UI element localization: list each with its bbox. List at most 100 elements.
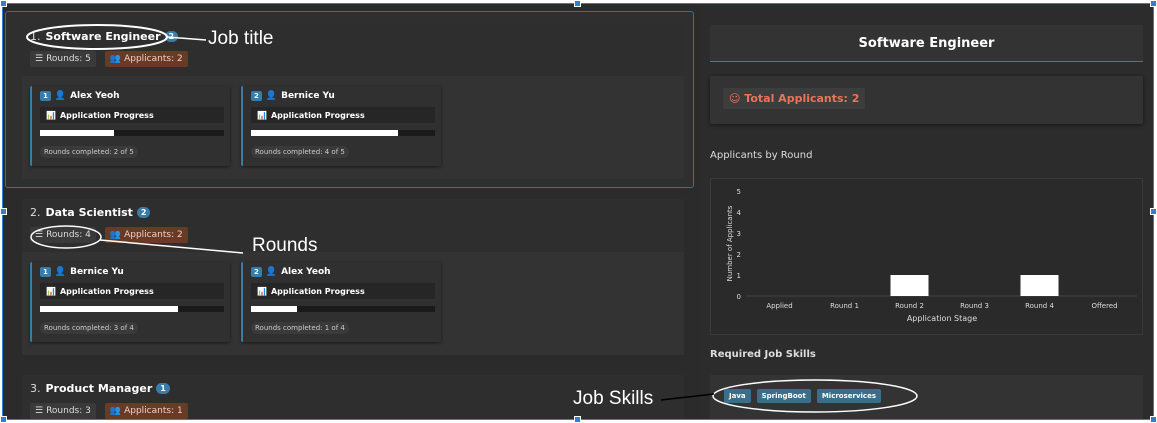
y-tick-label: 2 bbox=[737, 251, 741, 259]
users-icon: 👥 bbox=[109, 54, 122, 64]
resize-handle[interactable] bbox=[1150, 416, 1157, 423]
progress-fill bbox=[40, 306, 178, 312]
progress-header: 📊 Application Progress bbox=[251, 107, 435, 123]
job-header: 1. Software Engineer 2 ☰ Rounds: 5 👥 Applica… bbox=[22, 23, 684, 76]
detail-title: Software Engineer bbox=[710, 25, 1143, 62]
job-card[interactable]: 1. Software Engineer 2 ☰ Rounds: 5 👥 Applica… bbox=[22, 23, 684, 179]
chart-icon: 📊 bbox=[257, 110, 267, 120]
skill-tag: Java bbox=[724, 389, 751, 403]
resize-handle[interactable] bbox=[1150, 0, 1157, 7]
y-axis-label: Number of Applicants bbox=[726, 205, 734, 281]
progress-fill bbox=[40, 130, 114, 136]
rounds-completed: Rounds completed: 4 of 5 bbox=[251, 146, 349, 158]
progress-fill bbox=[251, 306, 297, 312]
applicants-text: Applicants: 1 bbox=[124, 406, 183, 416]
progress-bar bbox=[251, 130, 435, 136]
rounds-text: Rounds: 5 bbox=[46, 54, 91, 64]
x-tick-label: Offered bbox=[1091, 302, 1117, 310]
candidate-name: Alex Yeoh bbox=[281, 267, 331, 277]
resize-handle[interactable] bbox=[1150, 208, 1157, 215]
job-list-panel: 1. Software Engineer 2 ☰ Rounds: 5 👥 Applica… bbox=[3, 4, 698, 419]
job-header: 2. Data Scientist 2 ☰ Rounds: 4 👥 Applicants… bbox=[22, 199, 684, 252]
progress-label: Application Progress bbox=[59, 110, 154, 120]
resize-handle[interactable] bbox=[0, 0, 7, 7]
rounds-completed: Rounds completed: 3 of 4 bbox=[40, 322, 138, 334]
applicants-text: Applicants: 2 bbox=[124, 230, 183, 240]
rounds-icon: ☰ bbox=[35, 54, 44, 64]
chart-icon: 📊 bbox=[46, 110, 56, 120]
resize-handle[interactable] bbox=[574, 0, 581, 7]
users-icon: 👥 bbox=[109, 406, 122, 416]
rounds-icon: ☰ bbox=[35, 406, 44, 416]
annotation-job-title: Job title bbox=[208, 28, 274, 49]
x-tick-label: Round 2 bbox=[895, 302, 924, 310]
user-icon: 👤 bbox=[265, 267, 278, 277]
progress-header: 📊 Application Progress bbox=[40, 107, 224, 123]
rounds-completed: Rounds completed: 1 of 4 bbox=[251, 322, 349, 334]
candidate-card[interactable]: 1 👤 Alex Yeoh 📊 Application Progress Rounds… bbox=[30, 86, 230, 166]
chart-icon: 📊 bbox=[257, 286, 267, 296]
job-detail-panel: Software Engineer ☺ Total Applicants: 2 … bbox=[701, 4, 1153, 419]
applicants-tag: 👥 Applicants: 2 bbox=[104, 51, 188, 67]
candidate-card[interactable]: 2 👤 Alex Yeoh 📊 Application Progress Rounds… bbox=[241, 262, 441, 342]
resize-handle[interactable] bbox=[0, 416, 7, 423]
rounds-tag: ☰ Rounds: 3 bbox=[30, 403, 96, 419]
job-title-text: Data Scientist bbox=[45, 206, 133, 219]
progress-bar bbox=[40, 306, 224, 312]
chart-bar bbox=[1020, 275, 1059, 296]
applicant-count-badge: 1 bbox=[156, 383, 170, 394]
annotation-rounds: Rounds bbox=[252, 235, 318, 256]
progress-label: Application Progress bbox=[270, 286, 365, 296]
job-index: 1. bbox=[30, 30, 41, 43]
annotation-job-skills: Job Skills bbox=[573, 388, 654, 409]
bar-chart-svg: 0 1 2 3 4 5 Applied Round 1 Round 2 Round 3 Round … bbox=[726, 188, 1137, 323]
chart-heading: Applicants by Round bbox=[710, 150, 813, 161]
x-tick-label: Round 4 bbox=[1025, 302, 1054, 310]
rounds-completed: Rounds completed: 2 of 5 bbox=[40, 146, 138, 158]
applicant-count-badge: 2 bbox=[136, 207, 151, 218]
total-applicants: ☺ Total Applicants: 2 bbox=[723, 88, 866, 109]
applicant-count-badge: 2 bbox=[164, 31, 179, 42]
progress-fill bbox=[251, 130, 399, 136]
candidate-number: 1 bbox=[40, 91, 51, 101]
resize-handle[interactable] bbox=[574, 416, 581, 423]
chart-bar bbox=[890, 275, 929, 296]
user-icon: 👤 bbox=[265, 91, 278, 101]
applicants-tag: 👥 Applicants: 1 bbox=[104, 403, 188, 419]
total-applicants-card: ☺ Total Applicants: 2 bbox=[710, 76, 1143, 124]
candidate-card[interactable]: 1 👤 Bernice Yu 📊 Application Progress Round… bbox=[30, 262, 230, 342]
job-title: 1. Software Engineer 2 bbox=[30, 30, 179, 43]
user-icon: 👤 bbox=[54, 267, 67, 277]
rounds-icon: ☰ bbox=[35, 230, 44, 240]
applicants-chart: 0 1 2 3 4 5 Applied Round 1 Round 2 Round 3 Round … bbox=[710, 178, 1143, 335]
x-tick-label: Round 1 bbox=[830, 302, 859, 310]
users-icon: 👥 bbox=[109, 230, 122, 240]
candidate-name: Alex Yeoh bbox=[70, 91, 120, 101]
progress-label: Application Progress bbox=[59, 286, 154, 296]
job-index: 2. bbox=[30, 206, 41, 219]
job-card[interactable]: 2. Data Scientist 2 ☰ Rounds: 4 👥 Applicants… bbox=[22, 199, 684, 355]
candidate-name: Bernice Yu bbox=[281, 91, 335, 101]
job-index: 3. bbox=[30, 382, 41, 395]
skill-tag: Microservices bbox=[816, 389, 881, 403]
applicants-tag: 👥 Applicants: 2 bbox=[104, 227, 188, 243]
candidate-name: Bernice Yu bbox=[70, 267, 124, 277]
y-tick-label: 5 bbox=[737, 188, 741, 196]
progress-label: Application Progress bbox=[270, 110, 365, 120]
job-title: 3. Product Manager 1 bbox=[30, 382, 170, 395]
candidate-number: 2 bbox=[251, 267, 262, 277]
resize-handle[interactable] bbox=[0, 208, 7, 215]
candidate-card[interactable]: 2 👤 Bernice Yu 📊 Application Progress Round… bbox=[241, 86, 441, 166]
rounds-tag: ☰ Rounds: 4 bbox=[30, 227, 96, 243]
x-tick-label: Round 3 bbox=[960, 302, 989, 310]
user-icon: 👤 bbox=[54, 91, 67, 101]
job-title: 2. Data Scientist 2 bbox=[30, 206, 151, 219]
skills-heading: Required Job Skills bbox=[710, 349, 816, 360]
y-tick-label: 1 bbox=[737, 272, 741, 280]
skills-container: Java SpringBoot Microservices bbox=[710, 375, 1143, 419]
rounds-text: Rounds: 4 bbox=[46, 230, 91, 240]
chart-icon: 📊 bbox=[46, 286, 56, 296]
job-title-text: Software Engineer bbox=[45, 30, 161, 43]
progress-bar bbox=[251, 306, 435, 312]
app-window: 1. Software Engineer 2 ☰ Rounds: 5 👥 Applica… bbox=[2, 3, 1154, 420]
